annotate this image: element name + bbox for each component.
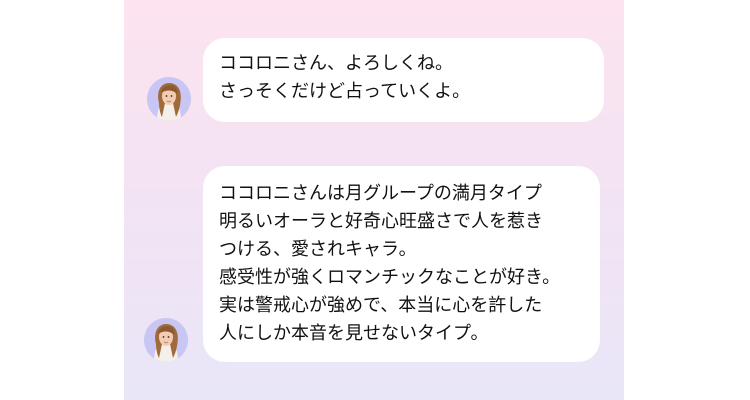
chat-message: ココロニさん、よろしくね。 さっそくだけど占っていくよ。 xyxy=(124,38,624,122)
screen: ココロニさん、よろしくね。 さっそくだけど占っていくよ。 ココロニさんは月グルー… xyxy=(0,0,750,400)
message-text: つける、愛されキャラ。 xyxy=(219,239,417,260)
chat-message: ココロニさんは月グループの満月タイプ 明るいオーラと好奇心旺盛さで人を惹き つけ… xyxy=(124,166,624,362)
message-text: ココロニさんは月グループの満月タイプ xyxy=(219,183,542,204)
fortune-teller-avatar-icon xyxy=(147,77,191,121)
fortune-teller-avatar-icon xyxy=(144,318,188,362)
message-bubble: ココロニさん、よろしくね。 さっそくだけど占っていくよ。 xyxy=(203,38,604,122)
message-bubble: ココロニさんは月グループの満月タイプ 明るいオーラと好奇心旺盛さで人を惹き つけ… xyxy=(203,166,600,362)
message-text: 実は警戒心が強めで、本当に心を許した xyxy=(219,295,543,316)
message-text: 明るいオーラと好奇心旺盛さで人を惹き xyxy=(219,211,543,232)
message-text: さっそくだけど占っていくよ。 xyxy=(219,81,471,102)
message-text: 感受性が強くロマンチックなことが好き。 xyxy=(219,267,561,288)
chat-panel: ココロニさん、よろしくね。 さっそくだけど占っていくよ。 ココロニさんは月グルー… xyxy=(124,0,624,400)
message-text: ココロニさん、よろしくね。 xyxy=(219,53,453,74)
message-text: 人にしか本音を見せないタイプ。 xyxy=(219,323,489,344)
